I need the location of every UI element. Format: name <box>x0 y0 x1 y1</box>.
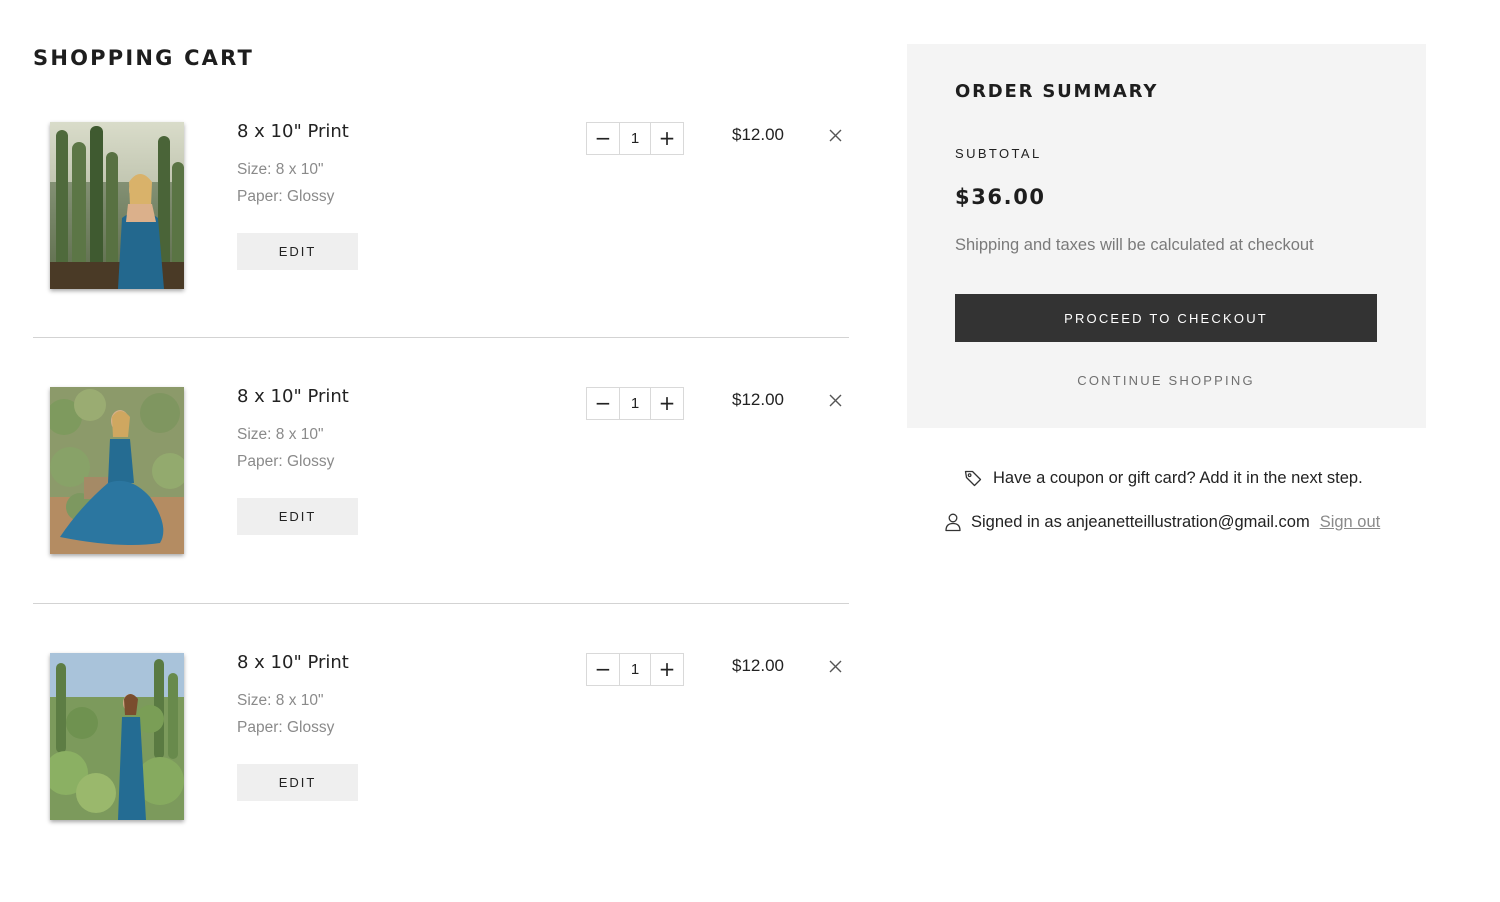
product-thumbnail[interactable] <box>50 387 184 554</box>
photo-cactus-portrait <box>50 122 184 289</box>
item-price: $12.00 <box>732 390 784 409</box>
tag-icon <box>964 470 982 487</box>
quantity-stepper: − 1 + <box>586 122 684 155</box>
decrement-button[interactable]: − <box>587 654 619 685</box>
edit-button[interactable]: EDIT <box>237 498 358 535</box>
signed-in-text: Signed in as anjeanetteillustration@gmai… <box>971 512 1310 531</box>
item-divider <box>33 337 849 338</box>
decrement-button[interactable]: − <box>587 388 619 419</box>
product-thumbnail[interactable] <box>50 653 184 820</box>
shipping-note: Shipping and taxes will be calculated at… <box>955 236 1314 254</box>
item-price: $12.00 <box>732 656 784 675</box>
photo-standing-garden <box>50 653 184 820</box>
remove-item-button[interactable] <box>826 126 846 146</box>
product-size: Size: 8 x 10" <box>237 161 324 178</box>
quantity-input[interactable]: 1 <box>619 123 651 154</box>
product-name[interactable]: 8 x 10" Print <box>237 652 349 673</box>
quantity-stepper: − 1 + <box>586 387 684 420</box>
product-thumbnail[interactable] <box>50 122 184 289</box>
edit-button[interactable]: EDIT <box>237 764 358 801</box>
increment-button[interactable]: + <box>651 388 683 419</box>
close-icon <box>829 660 842 673</box>
user-icon <box>945 513 961 532</box>
product-size: Size: 8 x 10" <box>237 426 324 443</box>
close-icon <box>829 129 842 142</box>
coupon-notice: Have a coupon or gift card? Add it in th… <box>963 468 1363 488</box>
product-paper: Paper: Glossy <box>237 188 335 205</box>
continue-shopping-link[interactable]: CONTINUE SHOPPING <box>955 373 1377 388</box>
coupon-text: Have a coupon or gift card? Add it in th… <box>993 468 1363 487</box>
remove-item-button[interactable] <box>826 657 846 677</box>
product-name[interactable]: 8 x 10" Print <box>237 121 349 142</box>
cart-item: 8 x 10" Print Size: 8 x 10" Paper: Gloss… <box>33 386 849 653</box>
subtotal-amount: $36.00 <box>955 185 1046 209</box>
subtotal-label: SUBTOTAL <box>955 146 1042 161</box>
order-summary-title: ORDER SUMMARY <box>955 81 1159 102</box>
quantity-stepper: − 1 + <box>586 653 684 686</box>
sign-out-link[interactable]: Sign out <box>1320 513 1381 532</box>
decrement-button[interactable]: − <box>587 123 619 154</box>
product-name[interactable]: 8 x 10" Print <box>237 386 349 407</box>
product-paper: Paper: Glossy <box>237 719 335 736</box>
item-divider <box>33 603 849 604</box>
item-price: $12.00 <box>732 125 784 144</box>
product-paper: Paper: Glossy <box>237 453 335 470</box>
remove-item-button[interactable] <box>826 391 846 411</box>
quantity-input[interactable]: 1 <box>619 654 651 685</box>
cart-item: 8 x 10" Print Size: 8 x 10" Paper: Gloss… <box>33 121 849 388</box>
order-summary-panel: ORDER SUMMARY SUBTOTAL $36.00 Shipping a… <box>907 44 1426 428</box>
increment-button[interactable]: + <box>651 654 683 685</box>
cart-title: SHOPPING CART <box>33 46 255 70</box>
photo-seated-garden <box>50 387 184 554</box>
close-icon <box>829 394 842 407</box>
cart-item: 8 x 10" Print Size: 8 x 10" Paper: Gloss… <box>33 652 849 902</box>
product-size: Size: 8 x 10" <box>237 692 324 709</box>
account-status: Signed in as anjeanetteillustration@gmai… <box>944 512 1380 532</box>
quantity-input[interactable]: 1 <box>619 388 651 419</box>
edit-button[interactable]: EDIT <box>237 233 358 270</box>
proceed-to-checkout-button[interactable]: PROCEED TO CHECKOUT <box>955 294 1377 342</box>
increment-button[interactable]: + <box>651 123 683 154</box>
